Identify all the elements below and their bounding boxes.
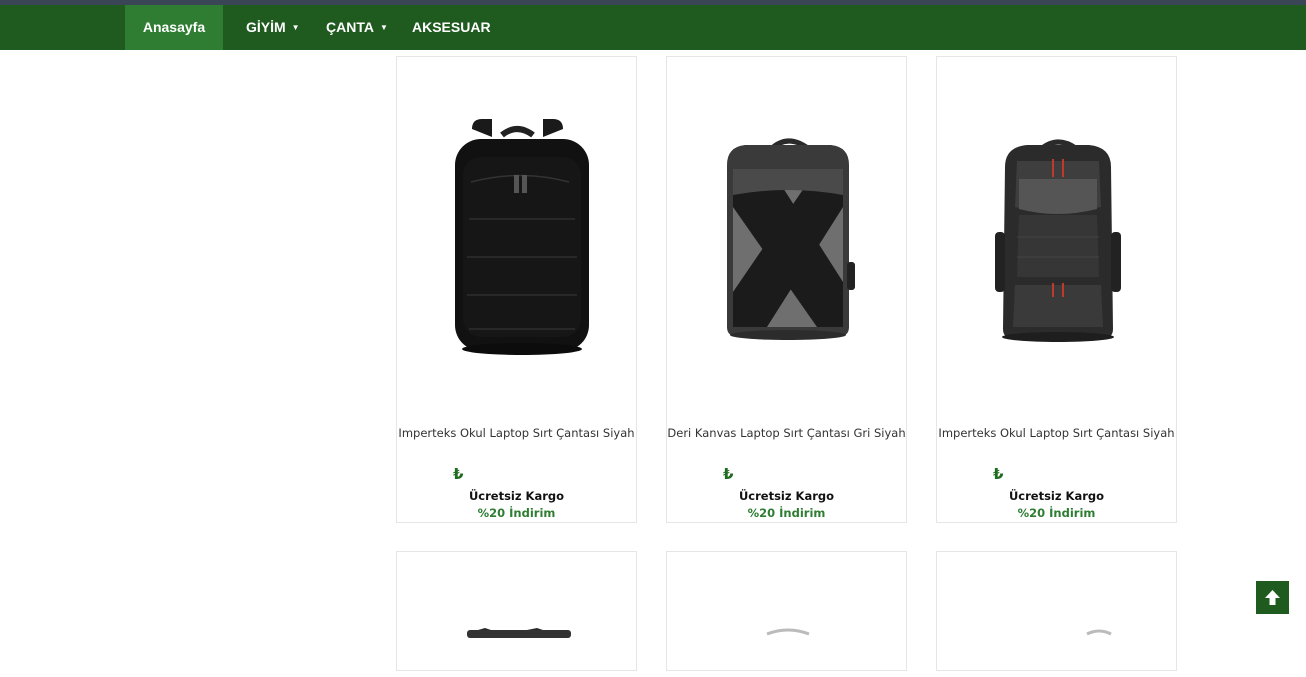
product-card[interactable]: Imperteks Okul Laptop Sırt Çantası Siyah… <box>396 56 637 523</box>
product-image[interactable] <box>397 57 636 417</box>
main-navbar: Anasayfa GİYİM ▼ ÇANTA ▼ AKSESUAR <box>0 5 1306 50</box>
product-card[interactable] <box>936 551 1177 671</box>
product-image[interactable] <box>397 552 636 670</box>
nav-home[interactable]: Anasayfa <box>125 5 223 50</box>
nav-bags[interactable]: ÇANTA ▼ <box>326 5 388 50</box>
free-shipping-label: Ücretsiz Kargo <box>738 489 835 503</box>
free-shipping-label: Ücretsiz Kargo <box>1008 489 1105 503</box>
caret-down-icon: ▼ <box>379 23 388 32</box>
nav-accessories[interactable]: AKSESUAR <box>412 5 491 50</box>
lira-icon: ₺ <box>453 466 464 483</box>
product-card[interactable]: Imperteks Okul Laptop Sırt Çantası Siyah… <box>936 56 1177 523</box>
product-title[interactable]: Deri Kanvas Laptop Sırt Çantası Gri Siya… <box>667 426 906 440</box>
product-title[interactable]: Imperteks Okul Laptop Sırt Çantası Siyah <box>937 426 1176 440</box>
lira-icon: ₺ <box>723 466 734 483</box>
product-card[interactable] <box>666 551 907 671</box>
discount-label: %20 İndirim <box>747 506 826 520</box>
discount-label: %20 İndirim <box>477 506 556 520</box>
product-image[interactable] <box>667 552 906 670</box>
product-image[interactable] <box>937 57 1176 417</box>
nav-clothing[interactable]: GİYİM ▼ <box>246 5 300 50</box>
product-title[interactable]: Imperteks Okul Laptop Sırt Çantası Siyah <box>397 426 636 440</box>
arrow-up-icon <box>1265 590 1280 605</box>
product-card[interactable]: Deri Kanvas Laptop Sırt Çantası Gri Siya… <box>666 56 907 523</box>
product-card[interactable] <box>396 551 637 671</box>
caret-down-icon: ▼ <box>291 23 300 32</box>
discount-label: %20 İndirim <box>1017 506 1096 520</box>
lira-icon: ₺ <box>993 466 1004 483</box>
free-shipping-label: Ücretsiz Kargo <box>468 489 565 503</box>
product-image[interactable] <box>667 57 906 417</box>
nav-clothing-label: GİYİM <box>246 19 286 35</box>
product-image[interactable] <box>937 552 1176 670</box>
scroll-to-top-button[interactable] <box>1256 581 1289 614</box>
nav-accessories-label: AKSESUAR <box>412 19 491 35</box>
nav-home-label: Anasayfa <box>142 19 206 35</box>
nav-bags-label: ÇANTA <box>326 19 374 35</box>
